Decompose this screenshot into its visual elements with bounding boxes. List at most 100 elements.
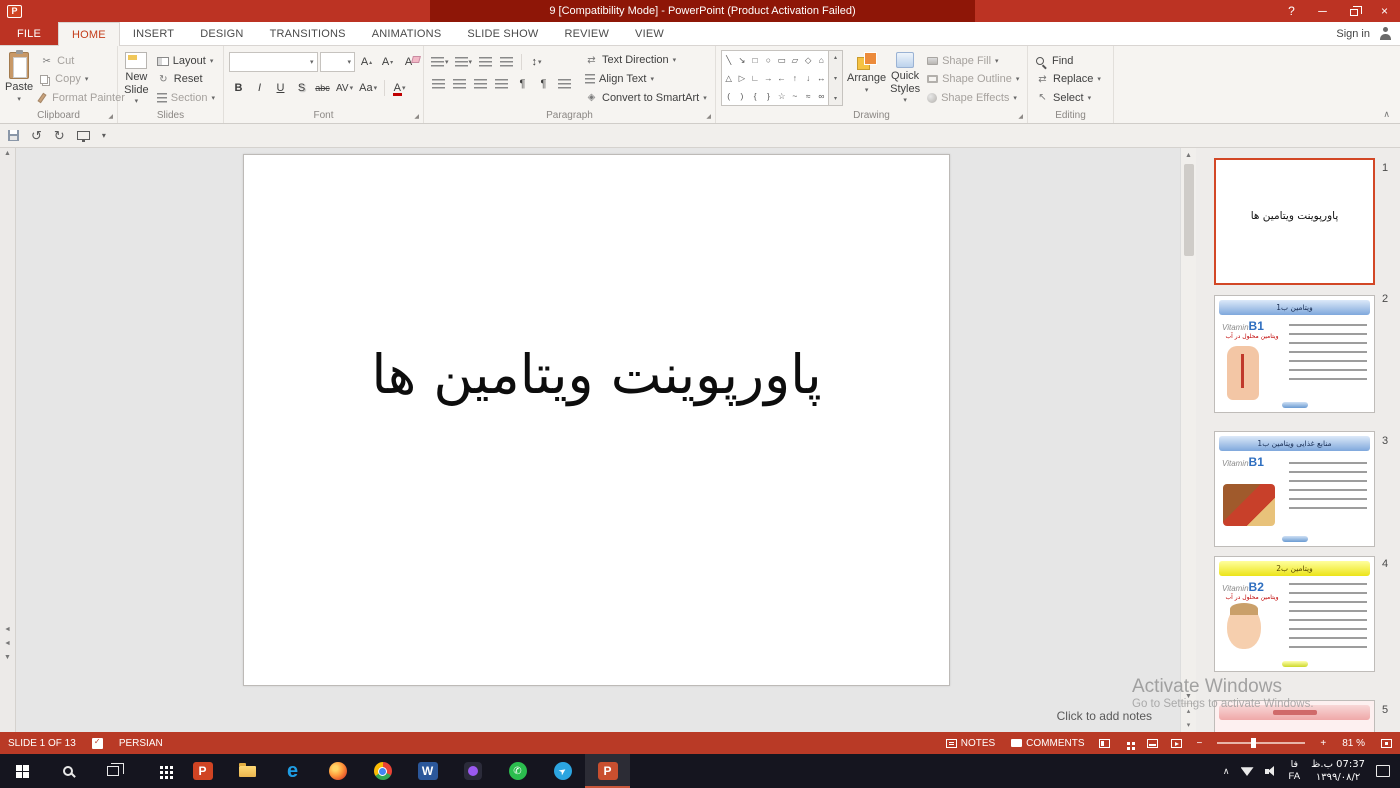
dialog-launcher-icon[interactable]: ◢	[706, 113, 711, 120]
notes-placeholder[interactable]: Click to add notes	[1057, 709, 1152, 723]
align-center-button[interactable]	[450, 74, 469, 93]
shape-gallery-item[interactable]: }	[767, 92, 770, 101]
file-explorer-button[interactable]	[225, 754, 270, 788]
slideshow-view-button[interactable]	[1165, 732, 1189, 754]
arrange-button[interactable]: Arrange ▾	[847, 50, 886, 107]
gallery-more-button[interactable]: ▾	[834, 95, 837, 102]
tab-file[interactable]: FILE	[0, 22, 58, 45]
convert-to-smartart-button[interactable]: ◈ Convert to SmartArt ▾	[582, 88, 710, 107]
tab-insert[interactable]: INSERT	[120, 22, 187, 45]
language-indicator[interactable]: فا FA	[1289, 759, 1301, 783]
italic-button[interactable]: I	[250, 79, 269, 98]
grow-font-button[interactable]: A▴	[357, 53, 376, 72]
zoom-level[interactable]: 81 %	[1334, 732, 1373, 754]
ltr-direction-button[interactable]: ¶	[513, 74, 532, 93]
language-button[interactable]: PERSIAN	[111, 732, 171, 754]
copy-button[interactable]: Copy ▾	[37, 70, 128, 88]
firefox-button[interactable]	[315, 754, 360, 788]
shape-gallery-item[interactable]: ╲	[726, 56, 731, 65]
new-slide-button[interactable]: New Slide ▾	[123, 50, 150, 107]
previous-slide-button[interactable]: ▴	[1181, 704, 1196, 718]
scroll-up-icon[interactable]: ▲	[0, 150, 15, 157]
start-slideshow-button[interactable]	[77, 131, 90, 140]
volume-icon[interactable]	[1265, 766, 1278, 777]
reading-view-button[interactable]	[1141, 732, 1165, 754]
character-spacing-button[interactable]: AV▾	[334, 79, 355, 98]
taskbar-search-button[interactable]	[45, 754, 90, 788]
tab-animations[interactable]: ANIMATIONS	[359, 22, 455, 45]
undo-button[interactable]: ↺	[31, 128, 42, 144]
font-name-combo[interactable]: ▾	[229, 52, 318, 72]
underline-button[interactable]: U	[271, 79, 290, 98]
redo-button[interactable]: ↻	[54, 128, 65, 144]
shape-gallery-item[interactable]: ↘	[738, 56, 745, 65]
user-account-icon[interactable]	[1379, 27, 1392, 40]
tab-view[interactable]: VIEW	[622, 22, 677, 45]
justify-button[interactable]	[492, 74, 511, 93]
strikethrough-button[interactable]: abc	[313, 79, 332, 98]
normal-view-button[interactable]	[1093, 732, 1117, 754]
save-button[interactable]	[8, 130, 19, 141]
tab-slide-show[interactable]: SLIDE SHOW	[454, 22, 551, 45]
powerpoint-active-button[interactable]: P	[585, 754, 630, 788]
font-size-combo[interactable]: ▾	[320, 52, 355, 72]
shape-gallery-item[interactable]: ∞	[818, 92, 824, 101]
replace-button[interactable]: ⇄ Replace ▾	[1033, 70, 1104, 88]
gallery-scroll-up[interactable]: ▴	[834, 54, 837, 61]
action-center-icon[interactable]	[1376, 765, 1390, 777]
shape-gallery-item[interactable]: →	[764, 74, 773, 83]
shape-gallery-item[interactable]: △	[725, 74, 732, 83]
slide-sorter-view-button[interactable]	[1117, 732, 1141, 754]
expand-pane-icon[interactable]: ◄	[0, 640, 15, 647]
gallery-scroll-down[interactable]: ▾	[834, 75, 837, 82]
dialog-launcher-icon[interactable]: ◢	[108, 113, 113, 120]
shape-gallery-item[interactable]: ~	[792, 92, 797, 101]
paste-button[interactable]: Paste ▾	[5, 50, 33, 107]
shape-gallery-item[interactable]: ▱	[792, 56, 799, 65]
shape-gallery-item[interactable]: ≈	[806, 92, 811, 101]
thumbnail-slide-4[interactable]: ویتامین ب2 VitaminB2 ویتامین محلول در آب	[1214, 556, 1375, 672]
line-spacing-button[interactable]: ↕▾	[527, 52, 546, 71]
thumbnail-slide-3[interactable]: منابع غذایی ویتامین ب1 VitaminB1	[1214, 431, 1375, 547]
reset-button[interactable]: ↻ Reset	[154, 70, 218, 88]
thumbnail-slide-1[interactable]: پاورپوینت ویتامین ها	[1214, 158, 1375, 285]
notes-pane[interactable]: Click to add notes	[16, 702, 1180, 730]
change-case-button[interactable]: Aa▾	[357, 79, 379, 98]
dialog-launcher-icon[interactable]: ◢	[414, 113, 419, 120]
decrease-indent-button[interactable]	[476, 52, 495, 71]
collapse-ribbon-button[interactable]: ∧	[1383, 109, 1390, 120]
thumbnail-slide-5[interactable]	[1214, 700, 1375, 732]
align-text-button[interactable]: Align Text ▾	[582, 70, 710, 89]
scroll-down-icon[interactable]: ▼	[0, 654, 15, 661]
word-button[interactable]: W	[405, 754, 450, 788]
align-left-button[interactable]	[429, 74, 448, 93]
tab-transitions[interactable]: TRANSITIONS	[257, 22, 359, 45]
find-button[interactable]: Find	[1033, 52, 1104, 70]
shape-gallery-item[interactable]: ○	[766, 56, 771, 65]
increase-indent-button[interactable]	[497, 52, 516, 71]
shape-gallery-item[interactable]: ↔	[817, 74, 826, 83]
zoom-slider[interactable]	[1217, 742, 1305, 744]
shape-gallery-item[interactable]: ∟	[751, 74, 759, 83]
tab-design[interactable]: DESIGN	[187, 22, 256, 45]
tab-review[interactable]: REVIEW	[551, 22, 622, 45]
clock[interactable]: 07:37 ب.ظ ۱۳۹۹/۰۸/۲	[1311, 758, 1365, 784]
text-shadow-button[interactable]: S	[292, 79, 311, 98]
slide-canvas[interactable]: پاورپوینت ویتامین ها	[243, 154, 950, 686]
align-right-button[interactable]	[471, 74, 490, 93]
scroll-down-button[interactable]: ▼	[1181, 689, 1196, 703]
vertical-scrollbar[interactable]: ▲ ▼ ▴ ▾	[1180, 148, 1196, 732]
fit-to-window-button[interactable]	[1373, 732, 1400, 754]
clear-formatting-button[interactable]: A	[399, 53, 418, 72]
close-button[interactable]: ×	[1369, 0, 1400, 22]
minimize-button[interactable]: ─	[1307, 0, 1338, 22]
shape-gallery-item[interactable]: {	[754, 92, 757, 101]
help-button[interactable]: ?	[1276, 0, 1307, 22]
shape-gallery-item[interactable]: ←	[777, 74, 786, 83]
zoom-in-button[interactable]: +	[1312, 732, 1334, 754]
shape-gallery-item[interactable]: ☆	[778, 92, 786, 101]
shape-gallery-item[interactable]: ◇	[805, 56, 812, 65]
dialog-launcher-icon[interactable]: ◢	[1018, 113, 1023, 120]
whatsapp-button[interactable]: ✆	[495, 754, 540, 788]
font-color-button[interactable]: A▾	[390, 79, 409, 98]
